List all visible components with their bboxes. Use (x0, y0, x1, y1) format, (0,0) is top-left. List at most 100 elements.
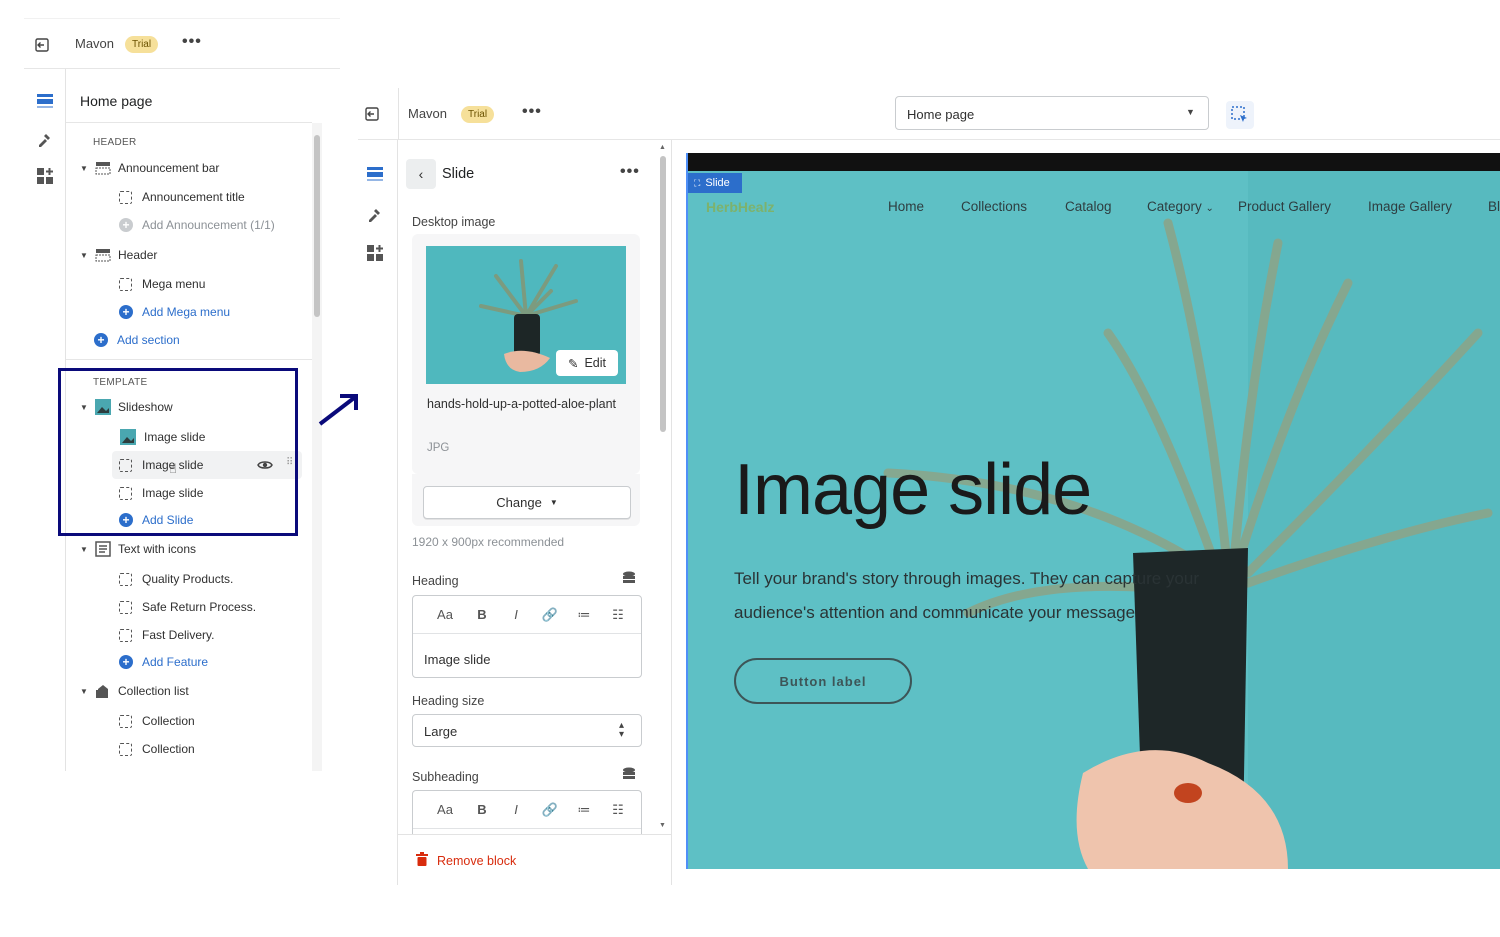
theme-settings-icon[interactable] (32, 126, 58, 152)
image-picker-card: ✎ Edit hands-hold-up-a-potted-aloe-plant… (412, 234, 640, 474)
tree-item-collection-list[interactable]: ▼ Collection list (80, 680, 189, 702)
tree-item-text-with-icons[interactable]: ▼ Text with icons (80, 538, 196, 560)
caret-down-icon[interactable]: ▼ (80, 251, 90, 260)
back-chevron-icon[interactable]: ‹ (406, 159, 436, 189)
sections-icon[interactable] (32, 88, 58, 114)
heading-input-value[interactable]: Image slide (424, 652, 490, 667)
settings-scrollbar[interactable]: ▲ ▼ (658, 144, 668, 834)
block-icon (119, 600, 132, 614)
nav-link-catalog[interactable]: Catalog (1065, 199, 1112, 214)
scroll-up-icon[interactable]: ▲ (659, 144, 666, 151)
caret-down-icon[interactable]: ▼ (80, 687, 90, 696)
preview-top-strip (688, 153, 1500, 171)
bold-button[interactable]: B (465, 802, 499, 817)
change-row: Change ▼ (412, 474, 640, 526)
heading-label: Heading (412, 574, 459, 588)
page-select[interactable]: Home page ▼ (895, 96, 1209, 130)
subheading-editor[interactable]: Aa B I 🔗 ≔ ☷ (412, 790, 642, 835)
tree-item-header[interactable]: ▼ Header (80, 244, 157, 266)
tree-item-mega-menu[interactable]: Mega menu (119, 273, 205, 295)
apps-icon[interactable] (362, 240, 388, 266)
image-thumbnail[interactable]: ✎ Edit (426, 246, 626, 384)
slide-block-tag[interactable]: ⛶ Slide (688, 173, 742, 193)
nav-link-category[interactable]: Category ⌄ (1147, 199, 1214, 214)
caret-down-icon[interactable]: ▼ (80, 164, 90, 173)
select-element-icon[interactable] (1226, 101, 1254, 129)
numbered-list-icon[interactable]: ☷ (601, 802, 635, 818)
text-style-button[interactable]: Aa (425, 607, 465, 622)
nav-link-image-gallery[interactable]: Image Gallery (1368, 199, 1452, 214)
add-section-button[interactable]: + Add section (94, 329, 180, 351)
scroll-down-icon[interactable]: ▼ (659, 822, 666, 829)
tree-item-label: Collection (142, 714, 195, 728)
image-recommendation: 1920 x 900px recommended (412, 535, 565, 549)
nav-link-home[interactable]: Home (888, 199, 924, 214)
plus-circle-icon: + (119, 218, 133, 232)
tree-item-safe-return[interactable]: Safe Return Process. (119, 596, 256, 618)
tree-item-label: Text with icons (118, 542, 197, 556)
tree-item-label: Header (118, 248, 158, 262)
editor-icon-rail (358, 140, 398, 885)
text-style-button[interactable]: Aa (425, 802, 465, 817)
store-name: Mavon (408, 106, 448, 121)
link-icon[interactable]: 🔗 (533, 802, 567, 818)
tree-item-announcement-title[interactable]: Announcement title (119, 186, 245, 208)
exit-icon[interactable] (32, 35, 52, 55)
heading-size-label: Heading size (412, 694, 485, 708)
apps-icon[interactable] (32, 163, 58, 189)
bullet-list-icon[interactable]: ≔ (567, 802, 601, 818)
tree-item-collection[interactable]: Collection (119, 738, 195, 760)
image-file-name: hands-hold-up-a-potted-aloe-plant (427, 397, 617, 411)
block-icon (119, 572, 132, 586)
tree-item-label: Add Feature (142, 655, 209, 669)
sections-icon[interactable] (362, 161, 388, 187)
tree-item-quality-products[interactable]: Quality Products. (119, 568, 233, 590)
italic-button[interactable]: I (499, 607, 533, 622)
change-image-button[interactable]: Change ▼ (423, 486, 631, 519)
heading-size-value: Large (424, 724, 458, 739)
link-icon[interactable]: 🔗 (533, 607, 567, 623)
nav-link-label: Category (1147, 199, 1202, 214)
slide-subheading-line2: audience's attention and communicate you… (734, 603, 1136, 622)
bullet-list-icon[interactable]: ≔ (567, 607, 601, 623)
more-actions-button[interactable]: ••• (620, 163, 640, 181)
slide-subheading-line1: Tell your brand's story through images. … (734, 569, 1200, 588)
dynamic-source-icon[interactable] (622, 767, 636, 786)
add-mega-menu-button[interactable]: + Add Mega menu (119, 301, 230, 323)
more-actions-button[interactable]: ••• (522, 103, 542, 121)
tree-item-collection[interactable]: Collection (119, 710, 195, 732)
tree-item-announcement-bar[interactable]: ▼ Announcement bar (80, 157, 219, 179)
bold-button[interactable]: B (465, 607, 499, 622)
scrollbar-thumb[interactable] (660, 156, 666, 432)
remove-block-button[interactable]: Remove block (416, 852, 516, 869)
heading-toolbar: Aa B I 🔗 ≔ ☷ (413, 596, 641, 634)
pencil-icon: ✎ (567, 356, 579, 371)
store-logo[interactable]: HerbHealz (706, 199, 774, 215)
trial-badge: Trial (461, 106, 495, 123)
slide-cta-button[interactable]: Button label (734, 658, 912, 704)
caret-down-icon[interactable]: ▼ (80, 545, 90, 554)
theme-settings-icon[interactable] (362, 201, 388, 227)
tree-item-label: Add Mega menu (142, 305, 231, 319)
nav-link-product-gallery[interactable]: Product Gallery (1238, 199, 1331, 214)
edit-image-button[interactable]: ✎ Edit (556, 350, 618, 376)
heading-editor[interactable]: Aa B I 🔗 ≔ ☷ Image slide (412, 595, 642, 678)
tree-item-label: Fast Delivery. (142, 628, 215, 642)
nav-link-blog[interactable]: Bl (1488, 199, 1500, 214)
heading-size-select[interactable]: Large ▴ ▾ (412, 714, 642, 747)
italic-button[interactable]: I (499, 802, 533, 817)
scrollbar-track[interactable] (312, 123, 322, 771)
scrollbar-thumb[interactable] (314, 135, 320, 317)
exit-icon[interactable] (362, 104, 382, 124)
nav-link-collections[interactable]: Collections (961, 199, 1027, 214)
desktop-image-label: Desktop image (412, 215, 496, 229)
plus-circle-icon: + (119, 655, 133, 669)
add-feature-button[interactable]: + Add Feature (119, 651, 208, 673)
numbered-list-icon[interactable]: ☷ (601, 607, 635, 623)
more-actions-button[interactable]: ••• (182, 33, 202, 51)
dynamic-source-icon[interactable] (622, 571, 636, 590)
change-label: Change (496, 495, 542, 510)
left-top-bar: Mavon Trial ••• (24, 19, 340, 69)
tree-item-fast-delivery[interactable]: Fast Delivery. (119, 624, 214, 646)
page-title: Home page (80, 93, 153, 109)
